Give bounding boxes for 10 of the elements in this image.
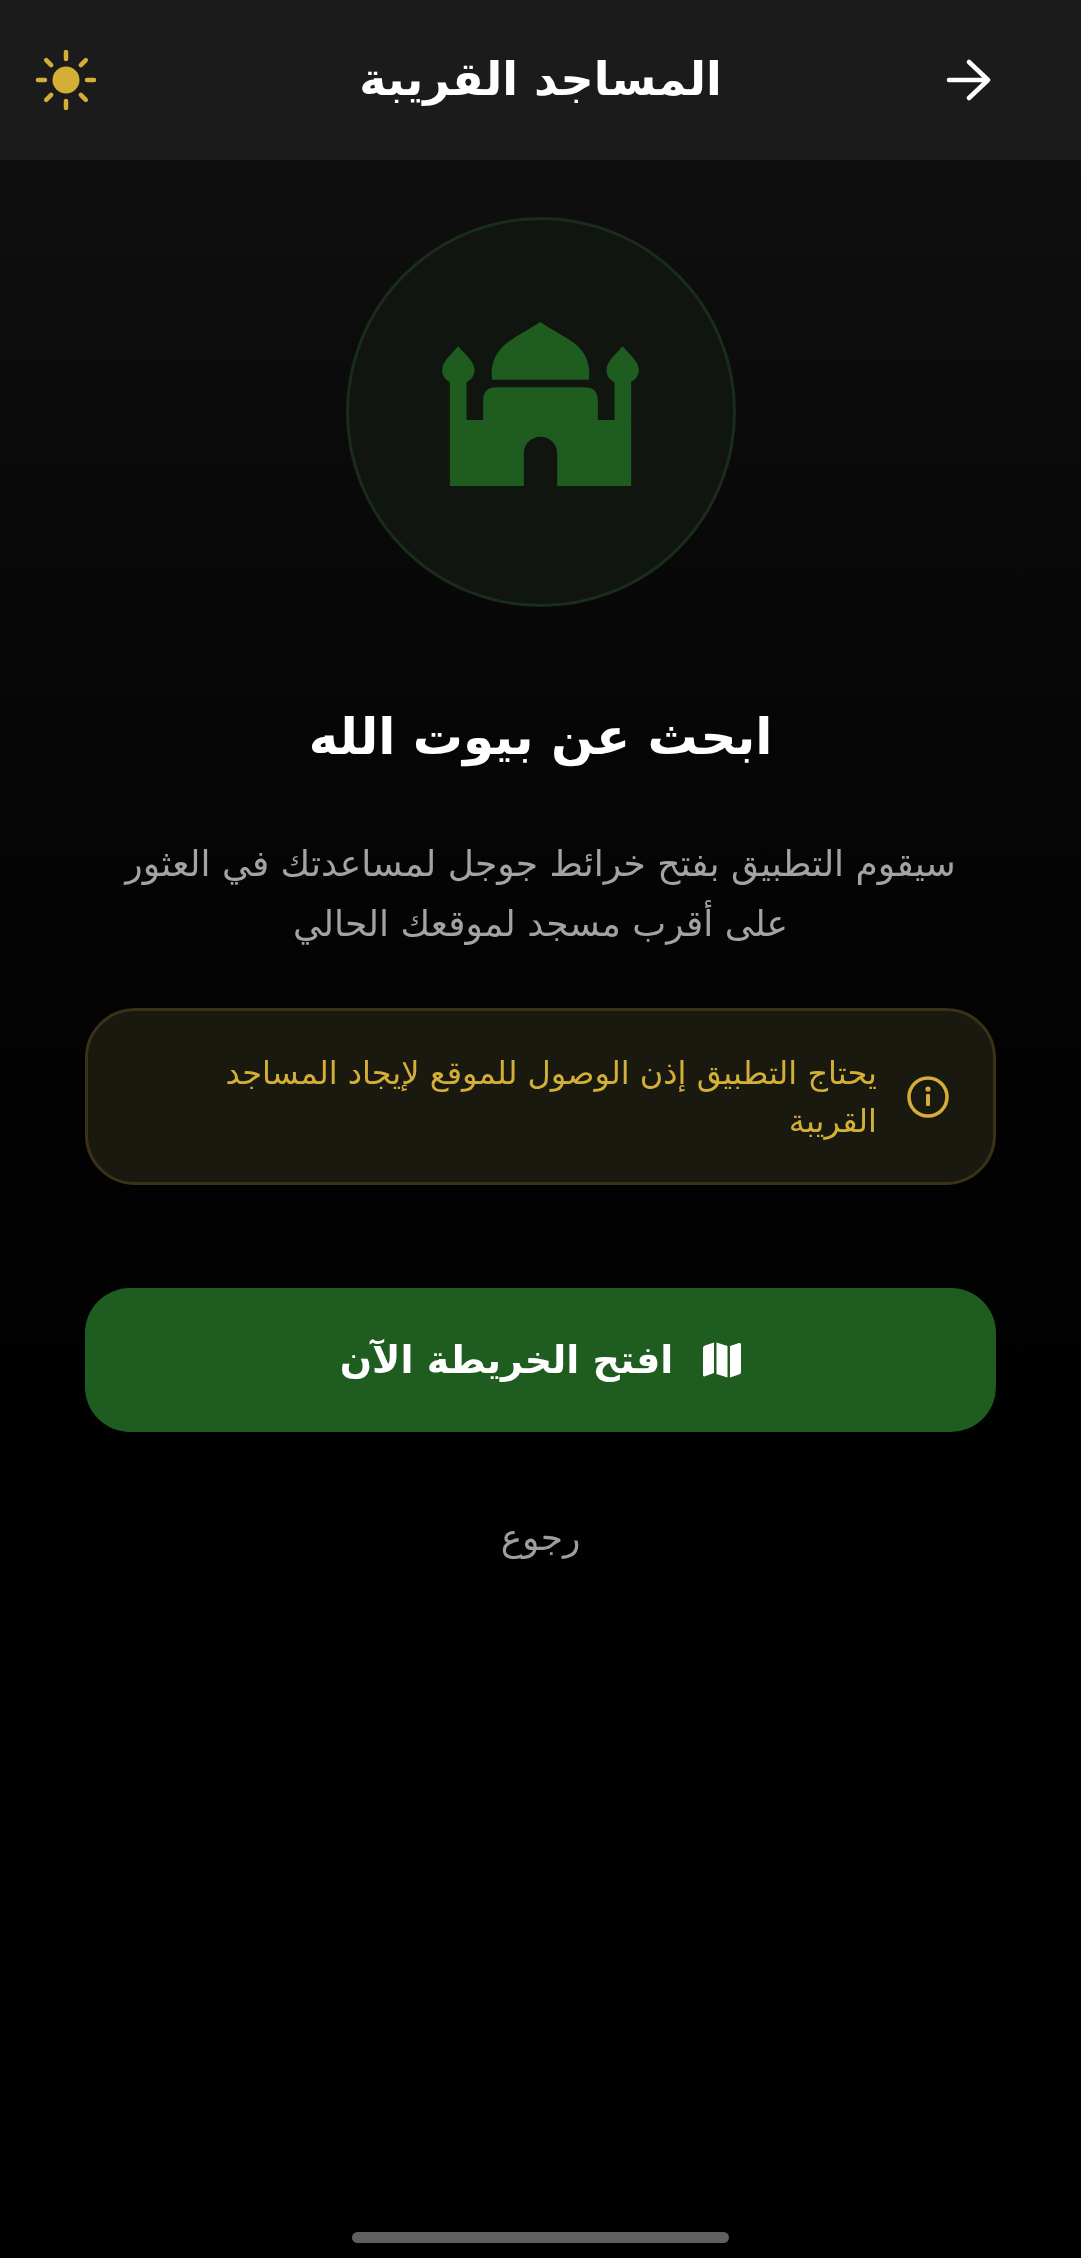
- header-title: المساجد القريبة: [359, 51, 722, 109]
- map-icon: [703, 1342, 742, 1378]
- back-link[interactable]: رجوع: [500, 1513, 581, 1564]
- open-map-button[interactable]: افتح الخريطة الآن: [85, 1288, 996, 1432]
- hero-title: ابحث عن بيوت الله: [308, 707, 773, 769]
- description-text: سيقوم التطبيق بفتح خرائط جوجل لمساعدتك في العثور على أقرب مسجد لموقعك الحالي: [122, 842, 957, 947]
- notice-text: يحتاج التطبيق إذن الوصول للموقع لإيجاد المساجد القريبة: [224, 1052, 877, 1142]
- back-arrow-icon[interactable]: [946, 59, 992, 101]
- sun-icon[interactable]: [35, 49, 97, 111]
- info-icon: [907, 1075, 949, 1118]
